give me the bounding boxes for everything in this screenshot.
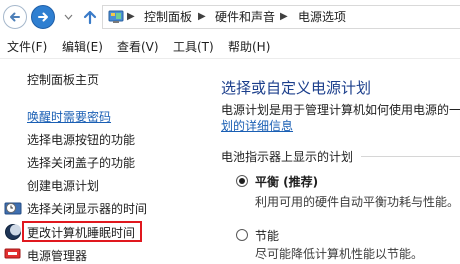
balanced-plan-radio[interactable]	[236, 175, 248, 187]
power-saver-plan-radio[interactable]	[236, 229, 248, 241]
plans-group-label: 电池指示器上显示的计划	[221, 150, 354, 164]
plan-details-link[interactable]: 划的详细信息	[221, 118, 293, 134]
power-manager-icon	[4, 248, 21, 259]
group-divider	[361, 156, 460, 157]
sidebar-link-create-plan[interactable]: 创建电源计划	[27, 178, 99, 194]
menu-tools[interactable]: 工具(T)	[173, 36, 214, 58]
breadcrumb-control-panel[interactable]: 控制面板	[144, 6, 192, 28]
menu-bar: 文件(F) 编辑(E) 查看(V) 工具(T) 帮助(H)	[0, 36, 460, 59]
address-row: ▶ 控制面板 ▶ 硬件和声音 ▶ 电源选项	[0, 0, 460, 36]
forward-button[interactable]	[31, 5, 55, 29]
sidebar-link-display-off[interactable]: 选择关闭显示器的时间	[27, 201, 147, 217]
page-title: 选择或自定义电源计划	[221, 79, 372, 97]
breadcrumb-separator[interactable]: ▶	[280, 6, 288, 28]
radio-selected-dot	[239, 178, 245, 184]
breadcrumb-separator[interactable]: ▶	[127, 6, 135, 28]
sidebar-link-require-password[interactable]: 唤醒时需要密码	[27, 109, 111, 125]
control-panel-icon	[108, 10, 124, 23]
menu-help[interactable]: 帮助(H)	[228, 36, 270, 58]
breadcrumb-power-options[interactable]: 电源选项	[298, 6, 346, 28]
menu-file[interactable]: 文件(F)	[7, 36, 47, 58]
display-clock-icon	[4, 202, 22, 215]
back-button[interactable]	[3, 5, 27, 29]
menu-view[interactable]: 查看(V)	[117, 36, 159, 58]
menu-edit[interactable]: 编辑(E)	[62, 36, 103, 58]
balanced-plan-description: 利用可用的硬件自动平衡功耗与性能。	[255, 195, 460, 209]
up-arrow-icon[interactable]	[82, 9, 98, 25]
back-arrow-icon	[10, 12, 20, 22]
sidebar-link-lid-close[interactable]: 选择关闭盖子的功能	[27, 155, 135, 171]
highlight-box	[22, 221, 142, 242]
forward-arrow-icon	[38, 12, 48, 22]
breadcrumb-separator[interactable]: ▶	[198, 6, 206, 28]
sidebar-home-link[interactable]: 控制面板主页	[27, 72, 99, 88]
recent-pages-chevron-icon[interactable]	[64, 13, 73, 21]
power-saver-plan-name[interactable]: 节能	[255, 227, 279, 244]
balanced-plan-name[interactable]: 平衡 (推荐)	[255, 173, 318, 190]
main-content: 选择或自定义电源计划 电源计划是用于管理计算机如何使用电源的一 划的详细信息 电…	[190, 59, 460, 264]
sidebar-link-power-buttons[interactable]: 选择电源按钮的功能	[27, 132, 135, 148]
address-box[interactable]: ▶ 控制面板 ▶ 硬件和声音 ▶ 电源选项	[102, 5, 460, 29]
power-saver-plan-description: 尽可能降低计算机性能以节能。	[255, 247, 424, 261]
page-description: 电源计划是用于管理计算机如何使用电源的一	[221, 103, 460, 117]
breadcrumb-hardware-sound[interactable]: 硬件和声音	[215, 6, 275, 28]
sleep-moon-icon	[5, 224, 21, 240]
sidebar-link-power-manager[interactable]: 电源管理器	[27, 248, 87, 264]
